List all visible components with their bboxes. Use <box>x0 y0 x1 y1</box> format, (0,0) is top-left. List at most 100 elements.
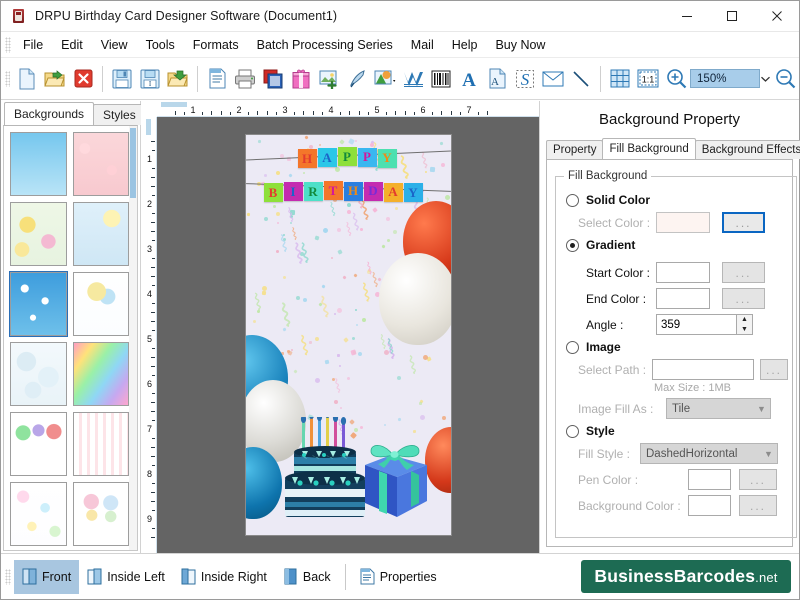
insert-image-icon[interactable] <box>315 64 343 94</box>
card-side-back[interactable]: Back <box>275 560 339 594</box>
image-fill-as-select[interactable]: Tile ▼ <box>666 398 771 419</box>
card-canvas[interactable]: HAPPY BIRTHDAY <box>157 117 539 553</box>
menu-file[interactable]: File <box>14 35 52 55</box>
tab-backgrounds[interactable]: Backgrounds <box>4 102 94 125</box>
line-icon[interactable] <box>567 64 595 94</box>
backgrounds-scrollbar[interactable] <box>129 126 137 550</box>
angle-spinner[interactable]: ▲▼ <box>736 315 752 334</box>
ruler-tick <box>451 111 452 115</box>
confetti-piece <box>283 276 286 279</box>
confetti-piece <box>337 308 342 313</box>
page-setup-icon[interactable] <box>203 64 231 94</box>
tab-property[interactable]: Property <box>546 140 603 159</box>
background-color-browse-button[interactable]: ... <box>739 495 777 516</box>
properties-button[interactable]: Properties <box>352 560 445 594</box>
watermark-icon[interactable] <box>399 64 427 94</box>
fill-style-select[interactable]: DashedHorizontal ▼ <box>640 443 778 464</box>
brand-tld: .net <box>755 570 777 585</box>
zoom-out-icon[interactable] <box>771 64 799 94</box>
confetti-piece <box>387 239 390 242</box>
select-path-browse-button[interactable]: ... <box>760 359 788 380</box>
text-page-icon[interactable]: A <box>483 64 511 94</box>
tab-fill-background[interactable]: Fill Background <box>602 138 695 159</box>
end-color-browse-button[interactable]: ... <box>722 288 765 309</box>
solid-color-swatch[interactable] <box>656 212 710 233</box>
image-fill-as-value: Tile <box>672 403 690 415</box>
card-side-inside-right[interactable]: Inside Right <box>173 560 275 594</box>
end-color-swatch[interactable] <box>656 288 710 309</box>
radio-solid-color[interactable]: Solid Color <box>566 193 788 207</box>
close-document-icon[interactable] <box>69 64 97 94</box>
save-as-icon[interactable]: I <box>136 64 164 94</box>
confetti-piece <box>314 236 319 241</box>
email-icon[interactable] <box>539 64 567 94</box>
angle-input[interactable]: 359 ▲▼ <box>656 314 753 335</box>
shapes-icon[interactable] <box>371 64 399 94</box>
properties-label: Properties <box>380 570 437 584</box>
tab-styles[interactable]: Styles <box>93 104 146 125</box>
grid-icon[interactable] <box>606 64 634 94</box>
background-thumbnail-colorful-hearts-background[interactable] <box>10 482 67 546</box>
background-thumbnail-blue-stars-background[interactable] <box>10 272 67 336</box>
background-thumbnail-balloons-sketch-background[interactable] <box>73 272 130 336</box>
card-side-front[interactable]: Front <box>14 560 79 594</box>
barcode-icon[interactable] <box>427 64 455 94</box>
print-icon[interactable] <box>231 64 259 94</box>
toolbar-grip-handle[interactable] <box>5 71 10 87</box>
background-thumbnail-rainbow-gradient-background[interactable] <box>73 342 130 406</box>
open-folder-icon[interactable] <box>41 64 69 94</box>
background-color-swatch[interactable] <box>688 495 731 516</box>
tab-background-effects[interactable]: Background Effects <box>695 140 800 159</box>
actual-size-icon[interactable]: 1:1 <box>634 64 662 94</box>
birthday-card-design[interactable]: HAPPY BIRTHDAY <box>246 135 451 535</box>
background-thumbnail-pink-hearts-stripes-background[interactable] <box>73 412 130 476</box>
start-color-swatch[interactable] <box>656 262 710 283</box>
menu-mail[interactable]: Mail <box>402 35 443 55</box>
background-thumbnail-pink-texture-background[interactable] <box>73 132 130 196</box>
export-folder-icon[interactable] <box>164 64 192 94</box>
background-thumbnail-flowers-background[interactable] <box>10 202 67 266</box>
card-side-inside-left[interactable]: Inside Left <box>79 560 173 594</box>
signature-icon[interactable]: S <box>511 64 539 94</box>
select-path-input[interactable] <box>652 359 754 380</box>
confetti-piece <box>288 173 292 177</box>
radio-image[interactable]: Image <box>566 340 788 354</box>
confetti-piece <box>347 203 351 207</box>
chevron-down-icon[interactable] <box>760 69 771 88</box>
radio-style[interactable]: Style <box>566 424 788 438</box>
zoom-level-input[interactable]: 150% <box>690 69 760 88</box>
backgrounds-panel: Backgrounds Styles <box>1 101 141 553</box>
statusbar-grip-handle[interactable] <box>5 569 11 585</box>
menu-grip-handle[interactable] <box>5 37 11 53</box>
menu-bar: File Edit View Tools Formats Batch Proce… <box>1 32 799 58</box>
menu-help[interactable]: Help <box>443 35 487 55</box>
background-thumbnail-bubbles-background[interactable] <box>10 342 67 406</box>
menu-edit[interactable]: Edit <box>52 35 92 55</box>
pen-color-browse-button[interactable]: ... <box>739 469 777 490</box>
maximize-button[interactable] <box>709 1 754 32</box>
confetti-piece <box>356 324 358 326</box>
menu-tools[interactable]: Tools <box>137 35 184 55</box>
radio-gradient[interactable]: Gradient <box>566 238 788 252</box>
text-icon[interactable]: A <box>455 64 483 94</box>
menu-batch-processing-series[interactable]: Batch Processing Series <box>248 35 402 55</box>
zoom-in-icon[interactable] <box>662 64 690 94</box>
background-thumbnail-clouds-sky-background[interactable] <box>10 132 67 196</box>
close-button[interactable] <box>754 1 799 32</box>
menu-formats[interactable]: Formats <box>184 35 248 55</box>
menu-view[interactable]: View <box>92 35 137 55</box>
pen-icon[interactable] <box>343 64 371 94</box>
minimize-button[interactable] <box>664 1 709 32</box>
card-layers-icon[interactable] <box>259 64 287 94</box>
new-document-icon[interactable] <box>13 64 41 94</box>
solid-color-browse-button[interactable]: ... <box>722 212 765 233</box>
pen-color-swatch[interactable] <box>688 469 731 490</box>
save-icon[interactable] <box>108 64 136 94</box>
menu-buy-now[interactable]: Buy Now <box>486 35 554 55</box>
bunting-flag: P <box>338 147 357 166</box>
background-thumbnail-balloon-bouquet-background[interactable] <box>73 482 130 546</box>
background-thumbnail-happy-birthday-balloons-background[interactable] <box>10 412 67 476</box>
start-color-browse-button[interactable]: ... <box>722 262 765 283</box>
background-thumbnail-winter-scene-background[interactable] <box>73 202 130 266</box>
gift-icon[interactable] <box>287 64 315 94</box>
